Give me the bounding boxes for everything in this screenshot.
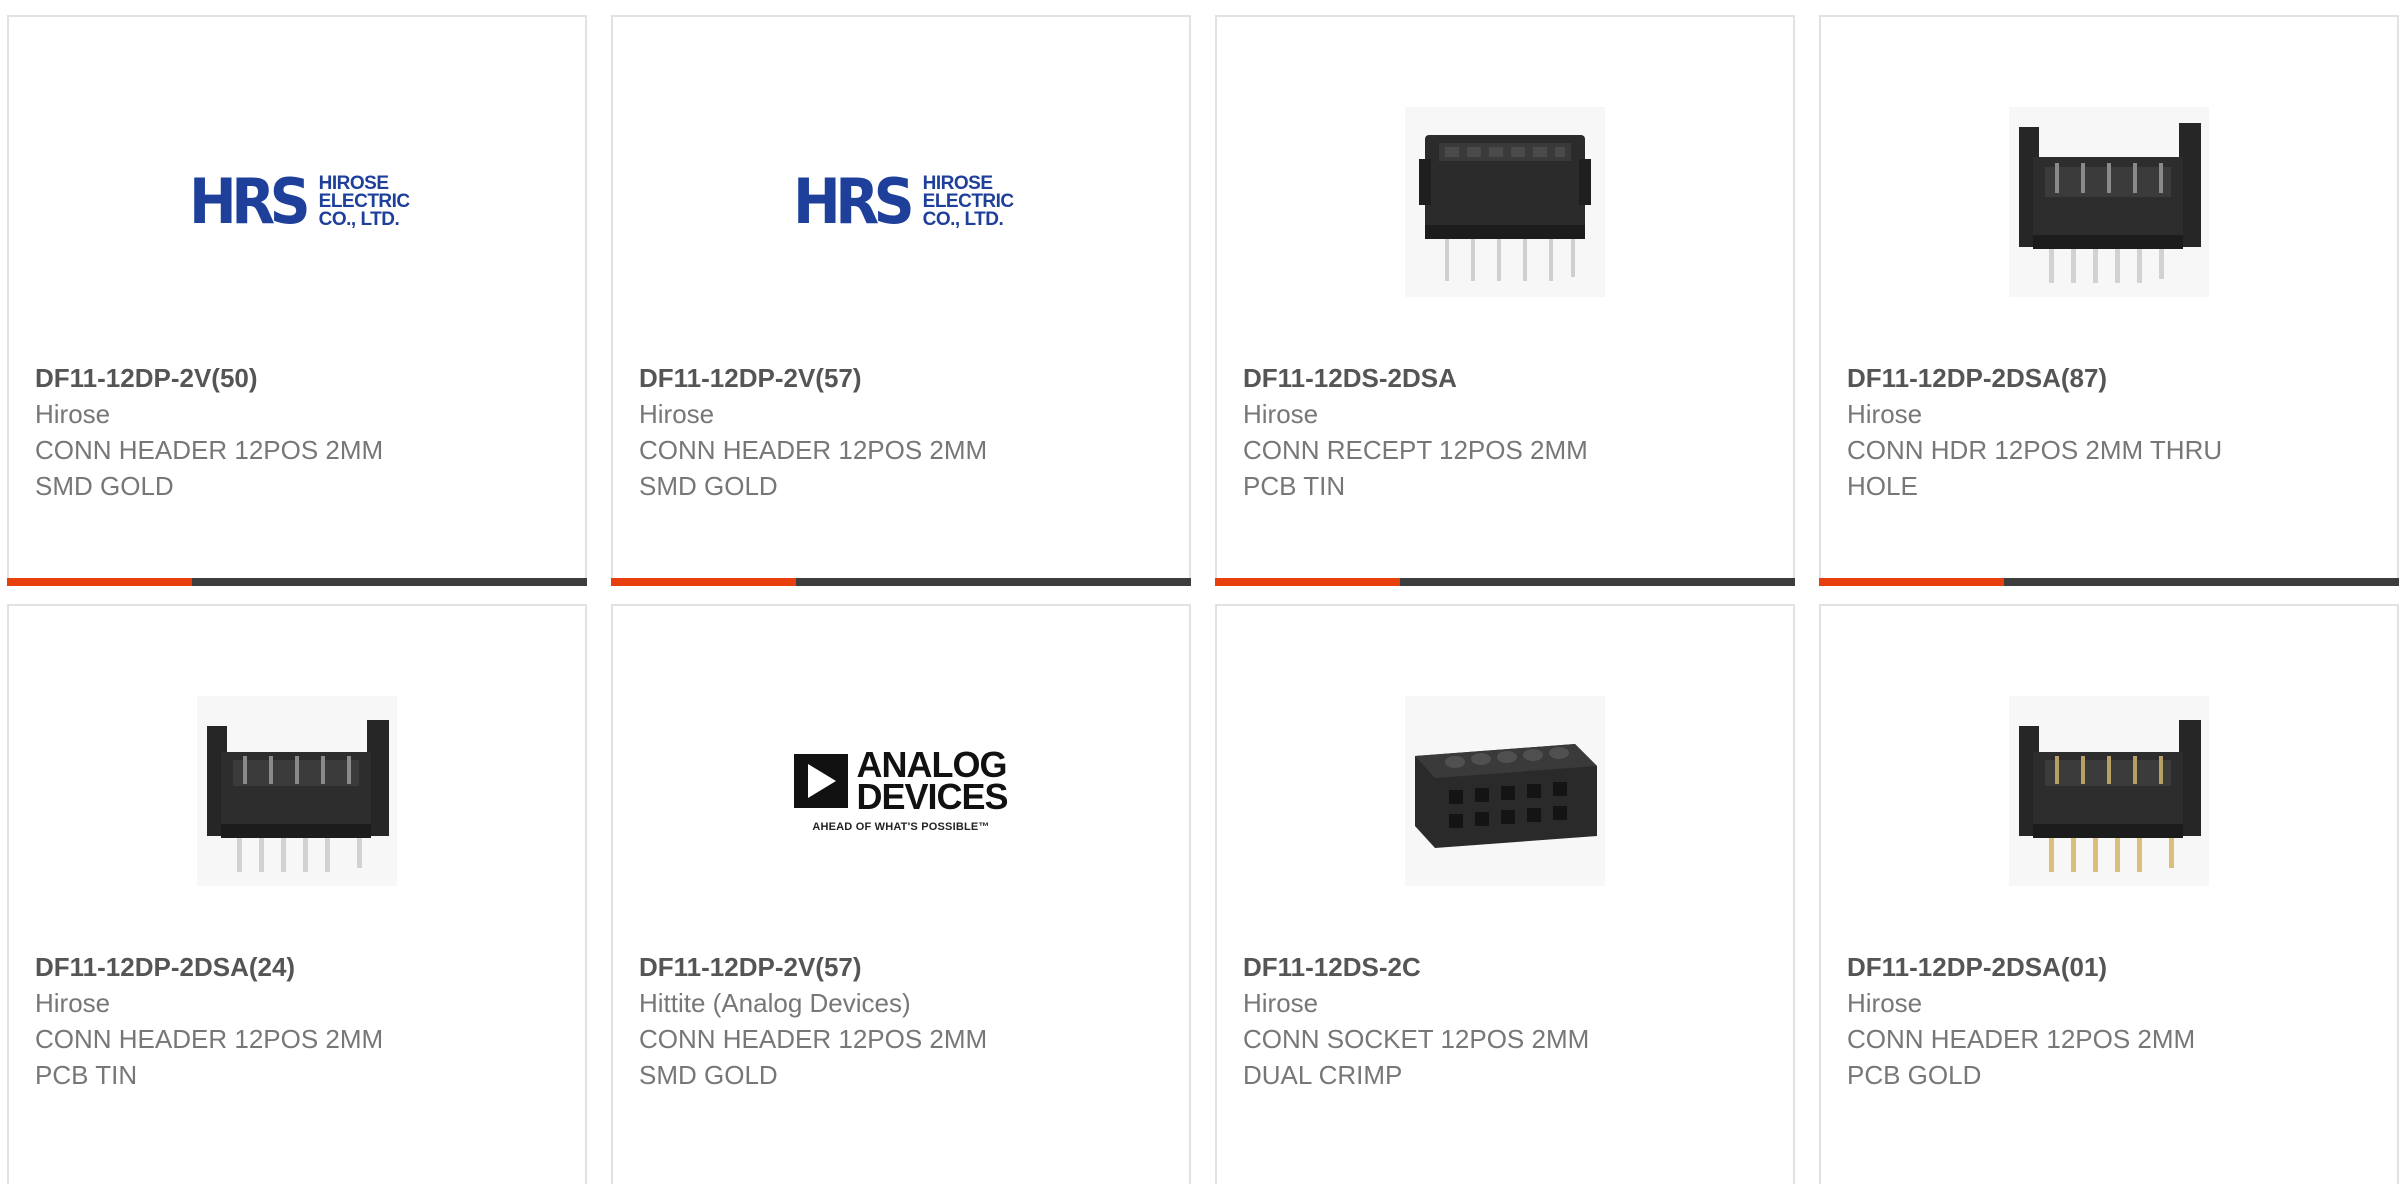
product-card[interactable]: HRS HIROSE ELECTRIC CO., LTD. DF11-12DP-…: [7, 15, 587, 586]
product-description: CONN HEADER 12POS 2MM PCB TIN: [35, 1024, 384, 1090]
analog-devices-logo: ANALOG DEVICES AHEAD OF WHAT'S POSSIBLE™: [794, 747, 1009, 833]
hirose-logo-mark: HRS: [189, 165, 311, 238]
product-info: DF11-12DP-2V(50) Hirose CONN HEADER 12PO…: [35, 360, 565, 504]
manufacturer: Hittite (Analog Devices): [639, 988, 911, 1018]
product-description: CONN HEADER 12POS 2MM SMD GOLD: [639, 435, 988, 501]
header-connector-photo: [197, 696, 397, 886]
product-image[interactable]: [1217, 97, 1793, 307]
product-grid: HRS HIROSE ELECTRIC CO., LTD. DF11-12DP-…: [0, 0, 2400, 1184]
manufacturer: Hirose: [35, 399, 111, 429]
product-card[interactable]: DF11-12DS-2C Hirose CONN SOCKET 12POS 2M…: [1215, 604, 1795, 1184]
header-connector-photo: [2009, 107, 2209, 297]
card-accent-bar: [611, 578, 1191, 586]
part-number[interactable]: DF11-12DP-2V(57): [639, 949, 1169, 985]
manufacturer: Hirose: [1847, 399, 1923, 429]
manufacturer: Hirose: [35, 988, 111, 1018]
product-info: DF11-12DS-2C Hirose CONN SOCKET 12POS 2M…: [1243, 949, 1773, 1093]
crimp-socket-photo: [1405, 696, 1605, 886]
product-image[interactable]: [1821, 97, 2397, 307]
product-card[interactable]: DF11-12DP-2DSA(01) Hirose CONN HEADER 12…: [1819, 604, 2399, 1184]
manufacturer: Hirose: [1847, 988, 1923, 1018]
product-card[interactable]: ANALOG DEVICES AHEAD OF WHAT'S POSSIBLE™…: [611, 604, 1191, 1184]
play-triangle-icon: [794, 754, 849, 808]
product-image[interactable]: [1821, 686, 2397, 896]
manufacturer: Hirose: [639, 399, 715, 429]
product-image[interactable]: HRS HIROSE ELECTRIC CO., LTD.: [613, 97, 1189, 307]
part-number[interactable]: DF11-12DS-2C: [1243, 949, 1773, 985]
product-info: DF11-12DP-2V(57) Hittite (Analog Devices…: [639, 949, 1169, 1093]
manufacturer: Hirose: [1243, 399, 1319, 429]
product-info: DF11-12DP-2V(57) Hirose CONN HEADER 12PO…: [639, 360, 1169, 504]
hirose-logo: HRS HIROSE ELECTRIC CO., LTD.: [189, 165, 410, 238]
part-number[interactable]: DF11-12DP-2DSA(24): [35, 949, 565, 985]
manufacturer: Hirose: [1243, 988, 1319, 1018]
part-number[interactable]: DF11-12DP-2V(57): [639, 360, 1169, 396]
product-image[interactable]: [1217, 686, 1793, 896]
gold-header-connector-photo: [2009, 696, 2209, 886]
hirose-logo-mark: HRS: [793, 165, 915, 238]
part-number[interactable]: DF11-12DP-2DSA(87): [1847, 360, 2377, 396]
card-accent-bar: [1819, 578, 2399, 586]
product-image[interactable]: [9, 686, 585, 896]
product-image[interactable]: HRS HIROSE ELECTRIC CO., LTD.: [9, 97, 585, 307]
product-card[interactable]: DF11-12DP-2DSA(87) Hirose CONN HDR 12POS…: [1819, 15, 2399, 586]
logo-tagline: AHEAD OF WHAT'S POSSIBLE™: [812, 821, 990, 833]
part-number[interactable]: DF11-12DP-2DSA(01): [1847, 949, 2377, 985]
product-card[interactable]: DF11-12DS-2DSA Hirose CONN RECEPT 12POS …: [1215, 15, 1795, 586]
product-info: DF11-12DS-2DSA Hirose CONN RECEPT 12POS …: [1243, 360, 1773, 504]
part-number[interactable]: DF11-12DS-2DSA: [1243, 360, 1773, 396]
product-description: CONN RECEPT 12POS 2MM PCB TIN: [1243, 435, 1588, 501]
product-image[interactable]: ANALOG DEVICES AHEAD OF WHAT'S POSSIBLE™: [613, 686, 1189, 896]
hirose-logo: HRS HIROSE ELECTRIC CO., LTD.: [793, 165, 1014, 238]
product-description: CONN SOCKET 12POS 2MM DUAL CRIMP: [1243, 1024, 1590, 1090]
product-description: CONN HEADER 12POS 2MM SMD GOLD: [639, 1024, 988, 1090]
product-info: DF11-12DP-2DSA(01) Hirose CONN HEADER 12…: [1847, 949, 2377, 1093]
card-accent-bar: [1215, 578, 1795, 586]
product-description: CONN HEADER 12POS 2MM PCB GOLD: [1847, 1024, 2196, 1090]
product-description: CONN HDR 12POS 2MM THRU HOLE: [1847, 435, 2223, 501]
product-card[interactable]: DF11-12DP-2DSA(24) Hirose CONN HEADER 12…: [7, 604, 587, 1184]
card-accent-bar: [7, 578, 587, 586]
product-info: DF11-12DP-2DSA(24) Hirose CONN HEADER 12…: [35, 949, 565, 1093]
product-info: DF11-12DP-2DSA(87) Hirose CONN HDR 12POS…: [1847, 360, 2377, 504]
receptacle-connector-photo: [1405, 107, 1605, 297]
product-description: CONN HEADER 12POS 2MM SMD GOLD: [35, 435, 384, 501]
part-number[interactable]: DF11-12DP-2V(50): [35, 360, 565, 396]
product-card[interactable]: HRS HIROSE ELECTRIC CO., LTD. DF11-12DP-…: [611, 15, 1191, 586]
